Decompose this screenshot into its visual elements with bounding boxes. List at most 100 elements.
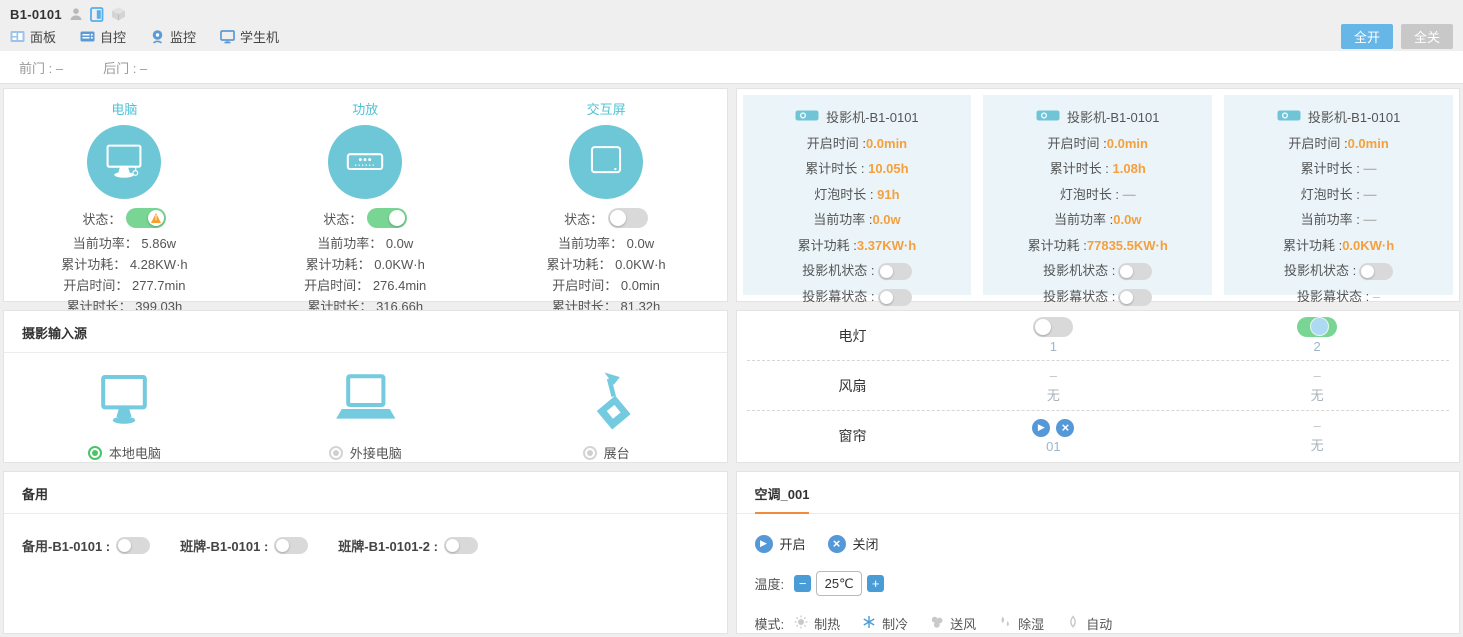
ac-card: 空调_001 ▶ 开启 × 关闭 温度: − + bbox=[736, 471, 1461, 634]
proj-stat-label: 开启时间 : bbox=[1048, 136, 1107, 151]
drop-outline-icon bbox=[1066, 615, 1080, 632]
device-computer: 电脑 状态： 当前功率： 5.86w 累计功耗： 4.28KW·h 开启时间： … bbox=[4, 96, 245, 301]
mode-cool[interactable]: 制冷 bbox=[862, 614, 908, 633]
temperature-input[interactable] bbox=[816, 571, 862, 596]
input-source-card: 摄影输入源 本地电脑 外接 bbox=[3, 310, 728, 463]
proj-stat-label: 灯泡时长 : bbox=[1060, 187, 1119, 202]
fans-row: 风扇 – 无 – 无 bbox=[747, 361, 1450, 411]
projector-title: 投影机-B1-0101 bbox=[826, 105, 918, 131]
all-on-button[interactable]: 全开 bbox=[1341, 24, 1393, 49]
nav-label: 监控 bbox=[170, 27, 196, 46]
radio-local-pc[interactable]: 本地电脑 bbox=[88, 443, 161, 462]
status-label: 状态： bbox=[564, 209, 603, 228]
ac-title: 空调_001 bbox=[755, 484, 810, 514]
fan-2-cell: – 无 bbox=[1185, 368, 1449, 404]
screen-status-toggle[interactable] bbox=[1118, 289, 1152, 306]
projector-title: 投影机-B1-0101 bbox=[1067, 105, 1159, 131]
source-label: 外接电脑 bbox=[350, 443, 402, 462]
class-sign-2-toggle[interactable] bbox=[444, 537, 478, 554]
snowflake-icon bbox=[862, 615, 876, 632]
proj-stat-value: 0.0min bbox=[1107, 136, 1148, 151]
projector-panel: 投影机-B1-0101 开启时间 :0.0min 累计时长 : 10.05h 灯… bbox=[743, 95, 972, 295]
screen-status-label: 投影幕状态 : bbox=[802, 289, 874, 304]
proj-stat-value: 0.0min bbox=[866, 136, 907, 151]
light-1-label: 1 bbox=[1050, 339, 1057, 354]
curtain-2-cell: – 无 bbox=[1185, 418, 1449, 454]
proj-stat-value: 1.08h bbox=[1113, 161, 1146, 176]
projector-status-label: 投影机状态 : bbox=[802, 263, 874, 278]
front-door-status: 前门 : – bbox=[19, 58, 63, 77]
temperature-plus-button[interactable]: + bbox=[867, 575, 884, 592]
source-label: 本地电脑 bbox=[109, 443, 161, 462]
screen-status-toggle[interactable] bbox=[878, 289, 912, 306]
amplifier-icon bbox=[328, 125, 402, 199]
mode-fan[interactable]: 送风 bbox=[930, 614, 976, 633]
right-column: 投影机-B1-0101 开启时间 :0.0min 累计时长 : 10.05h 灯… bbox=[736, 88, 1461, 634]
nav-item-panel[interactable]: 面板 bbox=[10, 27, 56, 46]
source-doc-camera: 展台 bbox=[486, 369, 727, 462]
row-label: 电灯 bbox=[747, 326, 922, 346]
mode-auto[interactable]: 自动 bbox=[1066, 614, 1112, 633]
radio-doc-camera[interactable]: 展台 bbox=[583, 443, 630, 462]
backup-toggle[interactable] bbox=[116, 537, 150, 554]
nav-item-monitoring[interactable]: 监控 bbox=[150, 27, 196, 46]
projector-status-toggle[interactable] bbox=[878, 263, 912, 280]
backup-item: 备用-B1-0101 : bbox=[22, 536, 150, 555]
row-label: 风扇 bbox=[747, 376, 922, 396]
proj-stat-value: 0.0min bbox=[1348, 136, 1389, 151]
status-label: 状态： bbox=[82, 209, 121, 228]
radio-external-pc[interactable]: 外接电脑 bbox=[329, 443, 402, 462]
computer-icon bbox=[87, 125, 161, 199]
proj-stat-label: 累计功耗 : bbox=[1283, 238, 1342, 253]
source-external-pc: 外接电脑 bbox=[245, 369, 486, 462]
curtain-2-label: 无 bbox=[1311, 435, 1324, 454]
mode-heat[interactable]: 制热 bbox=[794, 614, 840, 633]
all-off-button[interactable]: 全关 bbox=[1401, 24, 1453, 49]
nav-label: 自控 bbox=[100, 27, 126, 46]
droplets-icon bbox=[998, 615, 1012, 632]
device-title: 交互屏 bbox=[486, 99, 727, 118]
dash-value: – bbox=[1314, 418, 1321, 433]
curtains-row: 窗帘 ▶ × 01 – 无 bbox=[747, 411, 1450, 461]
stat-label: 累计功耗： bbox=[546, 257, 611, 272]
backup-card: 备用 备用-B1-0101 : 班牌-B1-0101 : 班牌-B1-0101-… bbox=[3, 471, 728, 634]
ac-on-button[interactable]: ▶ 开启 bbox=[755, 534, 806, 553]
screen-status-label: 投影幕状态 : bbox=[1297, 289, 1369, 304]
nav-item-autocontrol[interactable]: 自控 bbox=[80, 27, 126, 46]
close-icon: × bbox=[828, 535, 846, 553]
projector-status-toggle[interactable] bbox=[1359, 263, 1393, 280]
light-2-label: 2 bbox=[1314, 339, 1321, 354]
nav-label: 面板 bbox=[30, 27, 56, 46]
radio-selected-icon bbox=[88, 446, 102, 460]
backup-label: 班牌-B1-0101 : bbox=[180, 536, 268, 555]
projector-panel: 投影机-B1-0101 开启时间 :0.0min 累计时长 : — 灯泡时长 :… bbox=[1224, 95, 1453, 295]
interactive-screen-power-toggle[interactable] bbox=[608, 208, 648, 228]
stat-value: 4.28KW·h bbox=[130, 257, 188, 272]
dash-value: – bbox=[1314, 368, 1321, 383]
proj-stat-label: 灯泡时长 : bbox=[814, 187, 873, 202]
nav-item-student-pc[interactable]: 学生机 bbox=[220, 27, 279, 46]
desktop-icon bbox=[88, 369, 160, 431]
projector-status-label: 投影机状态 : bbox=[1043, 263, 1115, 278]
amplifier-power-toggle[interactable] bbox=[367, 208, 407, 228]
light-1-toggle[interactable] bbox=[1033, 317, 1073, 337]
temperature-minus-button[interactable]: − bbox=[794, 575, 811, 592]
screen-status-label: 投影幕状态 : bbox=[1043, 289, 1115, 304]
ac-tab[interactable]: 空调_001 bbox=[737, 472, 1460, 514]
projector-status-toggle[interactable] bbox=[1118, 263, 1152, 280]
stat-label: 开启时间： bbox=[304, 278, 369, 293]
backup-item: 班牌-B1-0101-2 : bbox=[338, 536, 478, 555]
curtain-open-button[interactable]: ▶ bbox=[1032, 419, 1050, 437]
light-2-toggle[interactable] bbox=[1297, 317, 1337, 337]
camera-icon bbox=[150, 29, 165, 44]
curtain-close-button[interactable]: × bbox=[1056, 419, 1074, 437]
monitor-icon bbox=[220, 29, 235, 44]
panel-icon bbox=[10, 29, 25, 44]
class-sign-toggle[interactable] bbox=[274, 537, 308, 554]
stat-value: 0.0w bbox=[627, 236, 654, 251]
ac-off-button[interactable]: × 关闭 bbox=[828, 534, 879, 553]
computer-power-toggle[interactable] bbox=[126, 208, 166, 228]
projector-icon bbox=[795, 105, 819, 131]
light-2-cell: 2 bbox=[1185, 317, 1449, 354]
mode-dehumidify[interactable]: 除湿 bbox=[998, 614, 1044, 633]
